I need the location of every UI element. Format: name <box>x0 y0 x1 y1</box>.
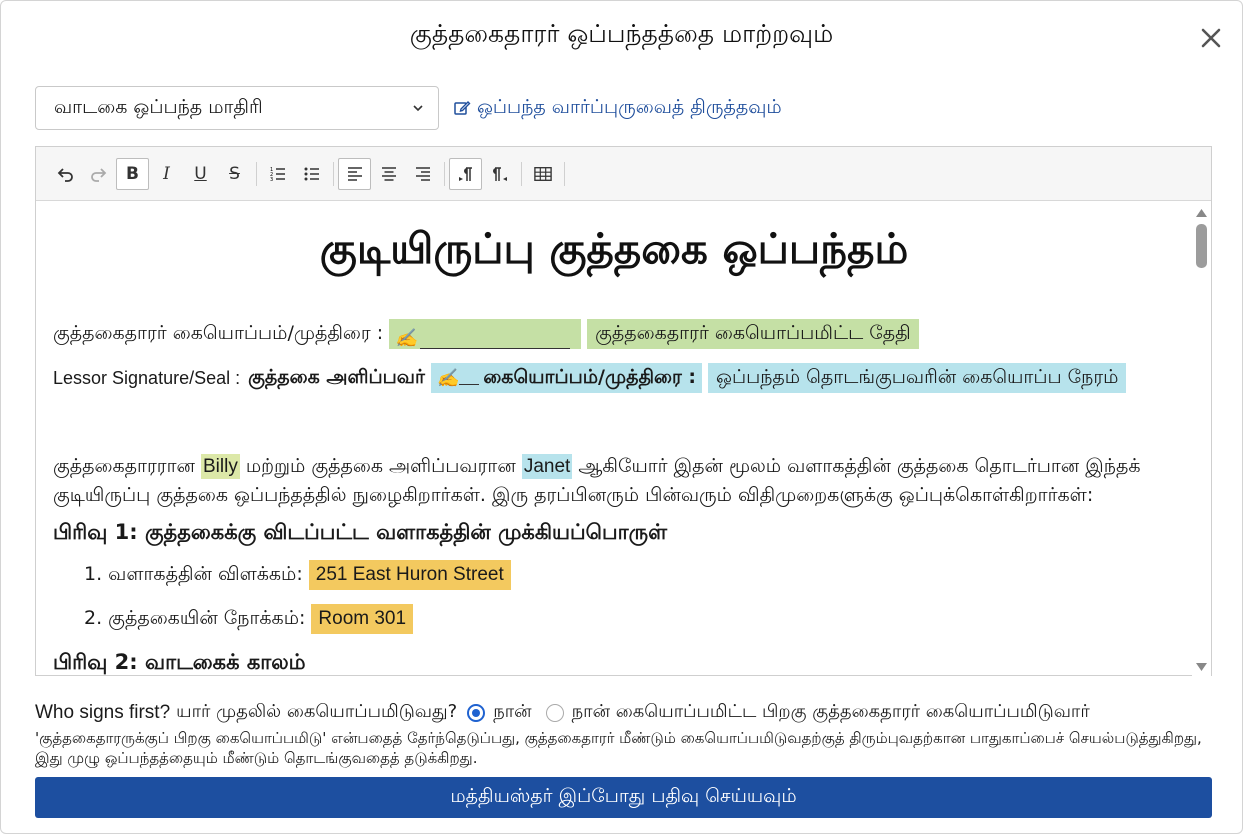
signing-note: 'குத்தகைதாரருக்குப் பிறகு கையொப்பமிடு' எ… <box>35 729 1202 767</box>
tenant-signed-date-field[interactable]: குத்தகைதாரர் கையொப்பமிட்ட தேதி <box>587 319 919 349</box>
signature-underline <box>459 371 480 385</box>
document-content[interactable]: குடியிருப்பு குத்தகை ஒப்பந்தம் குத்தகைதா… <box>36 202 1192 676</box>
toolbar-divider <box>333 161 334 186</box>
toolbar-divider <box>521 161 522 186</box>
lease-purpose-label: 2. குத்தகையின் நோக்கம்: <box>84 606 306 629</box>
lessor-signature-label: Lessor Signature/Seal : <box>53 367 241 388</box>
bold-button[interactable]: B <box>116 157 149 190</box>
lessor-signature-field-label: கையொப்பம்/முத்திரை : <box>483 365 697 388</box>
ordered-list-icon[interactable]: 123 <box>261 158 294 190</box>
signing-question-en: Who signs first? <box>35 701 171 723</box>
intro-text-2: மற்றும் குத்தகை அளிப்பவரான <box>245 455 516 477</box>
svg-text:3: 3 <box>270 177 273 183</box>
align-right-icon[interactable] <box>406 158 439 190</box>
tenant-signature-line: குத்தகைதாரர் கையொப்பம்/முத்திரை : ✍ குத்… <box>53 319 919 349</box>
signature-glyph: ✍ <box>395 328 418 349</box>
lessor-signature-line: Lessor Signature/Seal : குத்தகை அளிப்பவர… <box>53 363 1127 393</box>
signing-question-ta: யார் முதலில் கையொப்பமிடுவது? <box>176 701 458 722</box>
redo-icon[interactable] <box>82 158 115 190</box>
lease-purpose-field[interactable]: Room 301 <box>311 604 414 634</box>
toolbar-divider <box>444 161 445 186</box>
lessor-sign-time-field[interactable]: ஒப்பந்தம் தொடங்குபவரின் கையொப்ப நேரம் <box>708 363 1127 393</box>
underline-button[interactable]: U <box>184 158 217 190</box>
scroll-down-icon[interactable] <box>1195 661 1208 673</box>
lessor-bold-label: குத்தகை அளிப்பவர் <box>248 365 425 388</box>
radio-me-first[interactable] <box>467 703 486 722</box>
premises-description-label: 1. வளாகத்தின் விளக்கம்: <box>84 562 303 585</box>
dialog-title: குத்தகைதாரர் ஒப்பந்தத்தை மாற்றவும் <box>409 19 834 48</box>
chevron-down-icon <box>413 105 423 112</box>
ltr-direction-icon[interactable] <box>449 157 482 190</box>
lessor-signature-field[interactable]: ✍ கையொப்பம்/முத்திரை : <box>430 363 703 393</box>
tenant-name-field[interactable]: Billy <box>201 454 240 479</box>
list-item: 1. வளாகத்தின் விளக்கம்: 251 East Huron S… <box>84 560 511 590</box>
edit-template-label: ஒப்பந்த வார்ப்புருவைத் திருத்தவும் <box>477 95 782 118</box>
align-center-icon[interactable] <box>372 158 405 190</box>
signature-underline <box>419 331 570 349</box>
lease-dialog: குத்தகைதாரர் ஒப்பந்தத்தை மாற்றவும் வாடகை… <box>0 0 1243 834</box>
intro-paragraph: குத்தகைதாரரான Billy மற்றும் குத்தகை அளிப… <box>53 452 1183 509</box>
template-select[interactable]: வாடகை ஒப்பந்த மாதிரி <box>35 86 439 130</box>
radio-tenant-after-label[interactable]: நான் கையொப்பமிட்ட பிறகு குத்தகைதாரர் கைய… <box>572 701 1090 724</box>
bullet-list-icon[interactable] <box>295 158 328 190</box>
lessor-name-field[interactable]: Janet <box>521 454 573 479</box>
section-2-heading: பிரிவு 2: வாடகைக் காலம் <box>53 650 306 674</box>
strikethrough-button[interactable]: S <box>218 158 251 190</box>
toolbar-divider <box>256 161 257 186</box>
italic-button[interactable]: I <box>150 158 183 190</box>
scroll-up-icon[interactable] <box>1195 207 1208 219</box>
signing-order-row: Who signs first? யார் முதலில் கையொப்பமிட… <box>35 701 1090 724</box>
undo-icon[interactable] <box>48 158 81 190</box>
intro-text-1: குத்தகைதாரரான <box>53 455 195 477</box>
editor-toolbar: B I U S 123 <box>36 147 1211 201</box>
radio-tenant-after[interactable] <box>545 703 564 722</box>
toolbar-divider <box>564 161 565 186</box>
radio-me-first-label[interactable]: நான் <box>493 701 531 724</box>
list-item: 2. குத்தகையின் நோக்கம்: Room 301 <box>84 604 414 634</box>
premises-description-field[interactable]: 251 East Huron Street <box>308 560 511 590</box>
tenant-signature-label: குத்தகைதாரர் கையொப்பம்/முத்திரை : <box>53 321 384 344</box>
edit-icon <box>454 101 471 115</box>
document-title: குடியிருப்பு குத்தகை ஒப்பந்தம் <box>319 224 909 273</box>
close-icon[interactable] <box>1194 21 1228 55</box>
edit-template-link[interactable]: ஒப்பந்த வார்ப்புருவைத் திருத்தவும் <box>453 94 782 122</box>
rich-text-editor: B I U S 123 குடியிருப்பு குத்தகை ஒப்பந்த… <box>35 146 1212 676</box>
editor-scrollbar[interactable] <box>1192 202 1211 676</box>
signature-glyph: ✍ <box>436 367 460 389</box>
rtl-direction-icon[interactable] <box>483 158 516 190</box>
tenant-signature-field[interactable]: ✍ <box>389 319 582 349</box>
table-icon[interactable] <box>526 158 559 190</box>
align-left-icon[interactable] <box>338 157 371 190</box>
template-select-value: வாடகை ஒப்பந்த மாதிரி <box>54 95 263 118</box>
section-1-heading: பிரிவு 1: குத்தகைக்கு விடப்பட்ட வளாகத்தி… <box>53 520 668 544</box>
scroll-thumb[interactable] <box>1196 224 1207 268</box>
submit-button[interactable]: மத்தியஸ்தர் இப்போது பதிவு செய்யவும் <box>35 777 1212 818</box>
